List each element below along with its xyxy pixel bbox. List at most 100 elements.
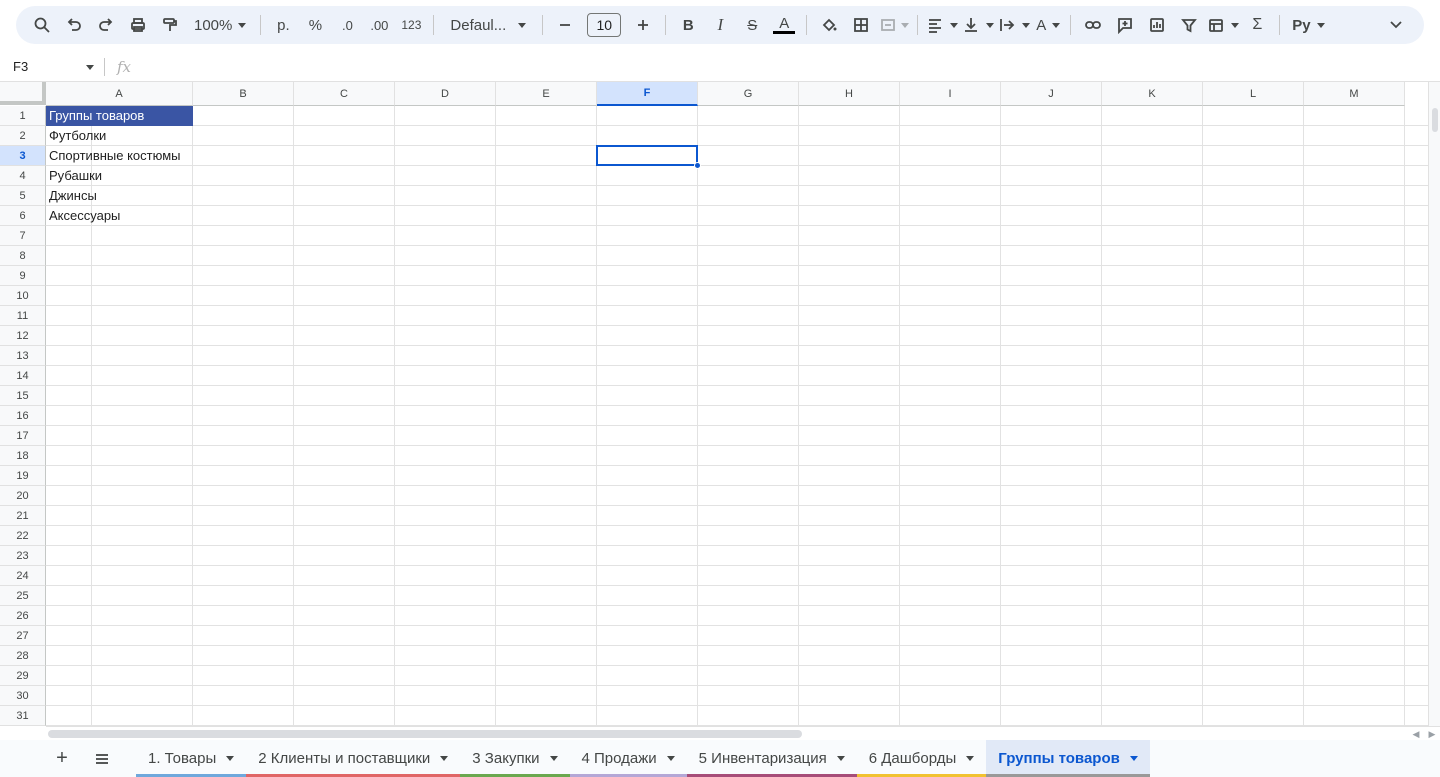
sheet-tab[interactable]: 5 Инвентаризация (686, 740, 857, 777)
row-header-6[interactable]: 6 (0, 206, 46, 226)
row-header-28[interactable]: 28 (0, 646, 46, 666)
cell-A4[interactable]: Рубашки (46, 166, 102, 186)
scroll-left-icon[interactable]: ◀ (1408, 727, 1424, 741)
row-header-17[interactable]: 17 (0, 426, 46, 446)
insert-link-icon[interactable] (1079, 11, 1107, 39)
chevron-down-icon[interactable] (836, 756, 845, 761)
row-header-31[interactable]: 31 (0, 706, 46, 726)
vertical-scrollbar[interactable] (1428, 82, 1440, 726)
collapse-toolbar-icon[interactable] (1382, 11, 1410, 39)
paint-format-icon[interactable] (156, 11, 184, 39)
cell-A1[interactable]: Группы товаров (46, 106, 193, 126)
row-header-16[interactable]: 16 (0, 406, 46, 426)
chevron-down-icon[interactable] (1129, 756, 1138, 761)
search-menus-icon[interactable] (28, 11, 56, 39)
row-header-22[interactable]: 22 (0, 526, 46, 546)
add-sheet-icon[interactable]: + (42, 740, 82, 777)
fill-color-icon[interactable] (815, 11, 843, 39)
vertical-scroll-thumb[interactable] (1432, 108, 1438, 132)
more-formats-button[interactable]: 123 (397, 11, 425, 39)
increase-font-size-button[interactable] (629, 11, 657, 39)
row-header-8[interactable]: 8 (0, 246, 46, 266)
column-header-d[interactable]: D (395, 82, 496, 106)
selected-cell-F3[interactable] (596, 145, 698, 166)
redo-icon[interactable] (92, 11, 120, 39)
column-header-k[interactable]: K (1102, 82, 1203, 106)
column-header-b[interactable]: B (193, 82, 294, 106)
print-icon[interactable] (124, 11, 152, 39)
all-sheets-icon[interactable] (82, 740, 122, 777)
row-header-13[interactable]: 13 (0, 346, 46, 366)
font-select[interactable]: Defaul... (442, 11, 534, 39)
scroll-right-icon[interactable]: ▶ (1424, 727, 1440, 741)
merge-cells-icon[interactable] (879, 11, 910, 39)
sheet-tab[interactable]: 2 Клиенты и поставщики (246, 740, 461, 777)
decrease-decimal-button[interactable]: .0 (333, 11, 361, 39)
column-header-h[interactable]: H (799, 82, 900, 106)
borders-icon[interactable] (847, 11, 875, 39)
horizontal-scrollbar[interactable]: ◀ ▶ (46, 726, 1440, 740)
chevron-down-icon[interactable] (549, 756, 558, 761)
undo-icon[interactable] (60, 11, 88, 39)
decrease-font-size-button[interactable] (551, 11, 579, 39)
sheet-tab[interactable]: 6 Дашборды (856, 740, 987, 777)
column-header-m[interactable]: M (1304, 82, 1405, 106)
fill-handle[interactable] (694, 162, 701, 169)
select-all-corner[interactable] (0, 82, 46, 105)
column-header-g[interactable]: G (698, 82, 799, 106)
row-header-9[interactable]: 9 (0, 266, 46, 286)
insert-comment-icon[interactable] (1111, 11, 1139, 39)
cell-area[interactable]: Группы товаров Футболки Спортивные костю… (46, 106, 1428, 726)
sheet-tab[interactable]: 3 Закупки (460, 740, 570, 777)
row-header-12[interactable]: 12 (0, 326, 46, 346)
name-box[interactable]: F3 (0, 52, 104, 82)
row-header-5[interactable]: 5 (0, 186, 46, 206)
row-header-26[interactable]: 26 (0, 606, 46, 626)
font-size-input[interactable]: 10 (587, 13, 622, 37)
italic-button[interactable]: I (706, 11, 734, 39)
text-color-button[interactable]: A (770, 11, 798, 39)
horizontal-scroll-thumb[interactable] (48, 730, 802, 738)
row-header-7[interactable]: 7 (0, 226, 46, 246)
horizontal-align-icon[interactable] (926, 11, 959, 39)
formula-input[interactable] (131, 52, 1440, 82)
row-header-10[interactable]: 10 (0, 286, 46, 306)
row-header-3[interactable]: 3 (0, 146, 46, 166)
sheet-tab[interactable]: 1. Товары (136, 740, 247, 777)
text-rotation-icon[interactable]: A (1034, 11, 1062, 39)
row-header-30[interactable]: 30 (0, 686, 46, 706)
row-header-24[interactable]: 24 (0, 566, 46, 586)
chevron-down-icon[interactable] (666, 756, 675, 761)
row-header-4[interactable]: 4 (0, 166, 46, 186)
row-header-1[interactable]: 1 (0, 106, 46, 126)
column-header-l[interactable]: L (1203, 82, 1304, 106)
filter-views-icon[interactable] (1207, 11, 1240, 39)
row-header-19[interactable]: 19 (0, 466, 46, 486)
column-header-a[interactable]: A (46, 82, 193, 106)
vertical-align-icon[interactable] (962, 11, 995, 39)
chevron-down-icon[interactable] (966, 756, 975, 761)
input-tools-icon[interactable]: Ру (1288, 11, 1328, 39)
column-header-j[interactable]: J (1001, 82, 1102, 106)
sheet-tab[interactable]: 4 Продажи (569, 740, 687, 777)
row-header-29[interactable]: 29 (0, 666, 46, 686)
column-header-c[interactable]: C (294, 82, 395, 106)
functions-icon[interactable]: Σ (1243, 11, 1271, 39)
row-header-23[interactable]: 23 (0, 546, 46, 566)
cell-A6[interactable]: Аксессуары (46, 206, 120, 226)
row-header-27[interactable]: 27 (0, 626, 46, 646)
chevron-down-icon[interactable] (440, 756, 449, 761)
column-header-i[interactable]: I (900, 82, 1001, 106)
percent-format-button[interactable]: % (301, 11, 329, 39)
bold-button[interactable]: B (674, 11, 702, 39)
zoom-select[interactable]: 100% (188, 11, 252, 39)
row-header-11[interactable]: 11 (0, 306, 46, 326)
column-header-e[interactable]: E (496, 82, 597, 106)
cell-A5[interactable]: Джинсы (46, 186, 97, 206)
filter-icon[interactable] (1175, 11, 1203, 39)
row-header-15[interactable]: 15 (0, 386, 46, 406)
sheet-tab[interactable]: Группы товаров (986, 740, 1150, 777)
strikethrough-button[interactable]: S (738, 11, 766, 39)
row-header-2[interactable]: 2 (0, 126, 46, 146)
row-header-21[interactable]: 21 (0, 506, 46, 526)
